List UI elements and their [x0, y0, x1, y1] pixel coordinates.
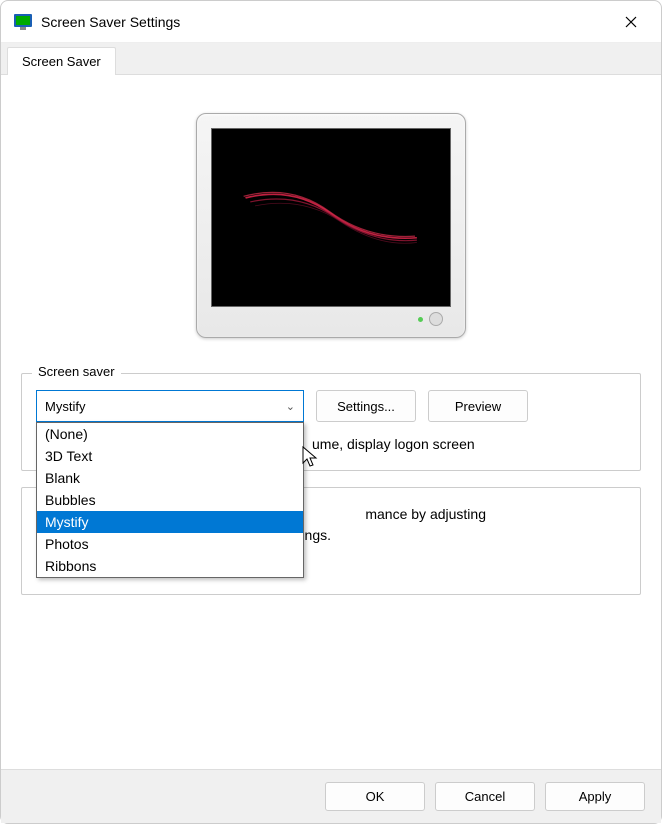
cancel-button[interactable]: Cancel — [435, 782, 535, 811]
preview-button[interactable]: Preview — [428, 390, 528, 422]
monitor-screen — [211, 128, 451, 307]
settings-button[interactable]: Settings... — [316, 390, 416, 422]
logon-text-partial: ume, display logon screen — [312, 436, 475, 452]
cursor-icon — [301, 445, 321, 469]
monitor-preview — [21, 113, 641, 338]
dropdown-list: (None) 3D Text Blank Bubbles Mystify Pho… — [36, 422, 304, 578]
monitor-base — [211, 307, 451, 331]
monitor-frame — [196, 113, 466, 338]
tab-bar: Screen Saver — [1, 43, 661, 75]
titlebar: Screen Saver Settings — [1, 1, 661, 43]
power-icon — [429, 312, 443, 326]
screensaver-dropdown[interactable]: Mystify ⌄ (None) 3D Text Blank Bubbles M… — [36, 390, 304, 422]
dropdown-item-none[interactable]: (None) — [37, 423, 303, 445]
dropdown-item-mystify[interactable]: Mystify — [37, 511, 303, 533]
led-icon — [418, 317, 423, 322]
screensaver-group: Screen saver Mystify ⌄ (None) 3D Text Bl… — [21, 373, 641, 471]
chevron-down-icon: ⌄ — [286, 400, 295, 413]
dropdown-item-bubbles[interactable]: Bubbles — [37, 489, 303, 511]
content-area: Screen saver Mystify ⌄ (None) 3D Text Bl… — [1, 75, 661, 769]
mystify-icon — [236, 182, 426, 262]
tab-screensaver[interactable]: Screen Saver — [7, 47, 116, 75]
screensaver-settings-window: Screen Saver Settings Screen Saver — [0, 0, 662, 824]
group-label-screensaver: Screen saver — [32, 364, 121, 379]
close-button[interactable] — [613, 4, 649, 40]
dropdown-item-blank[interactable]: Blank — [37, 467, 303, 489]
dropdown-item-3dtext[interactable]: 3D Text — [37, 445, 303, 467]
button-bar: OK Cancel Apply — [1, 769, 661, 823]
dropdown-selected: Mystify — [45, 399, 286, 414]
ok-button[interactable]: OK — [325, 782, 425, 811]
dropdown-item-ribbons[interactable]: Ribbons — [37, 555, 303, 577]
window-title: Screen Saver Settings — [41, 14, 613, 30]
apply-button[interactable]: Apply — [545, 782, 645, 811]
app-icon — [13, 12, 33, 32]
dropdown-item-photos[interactable]: Photos — [37, 533, 303, 555]
